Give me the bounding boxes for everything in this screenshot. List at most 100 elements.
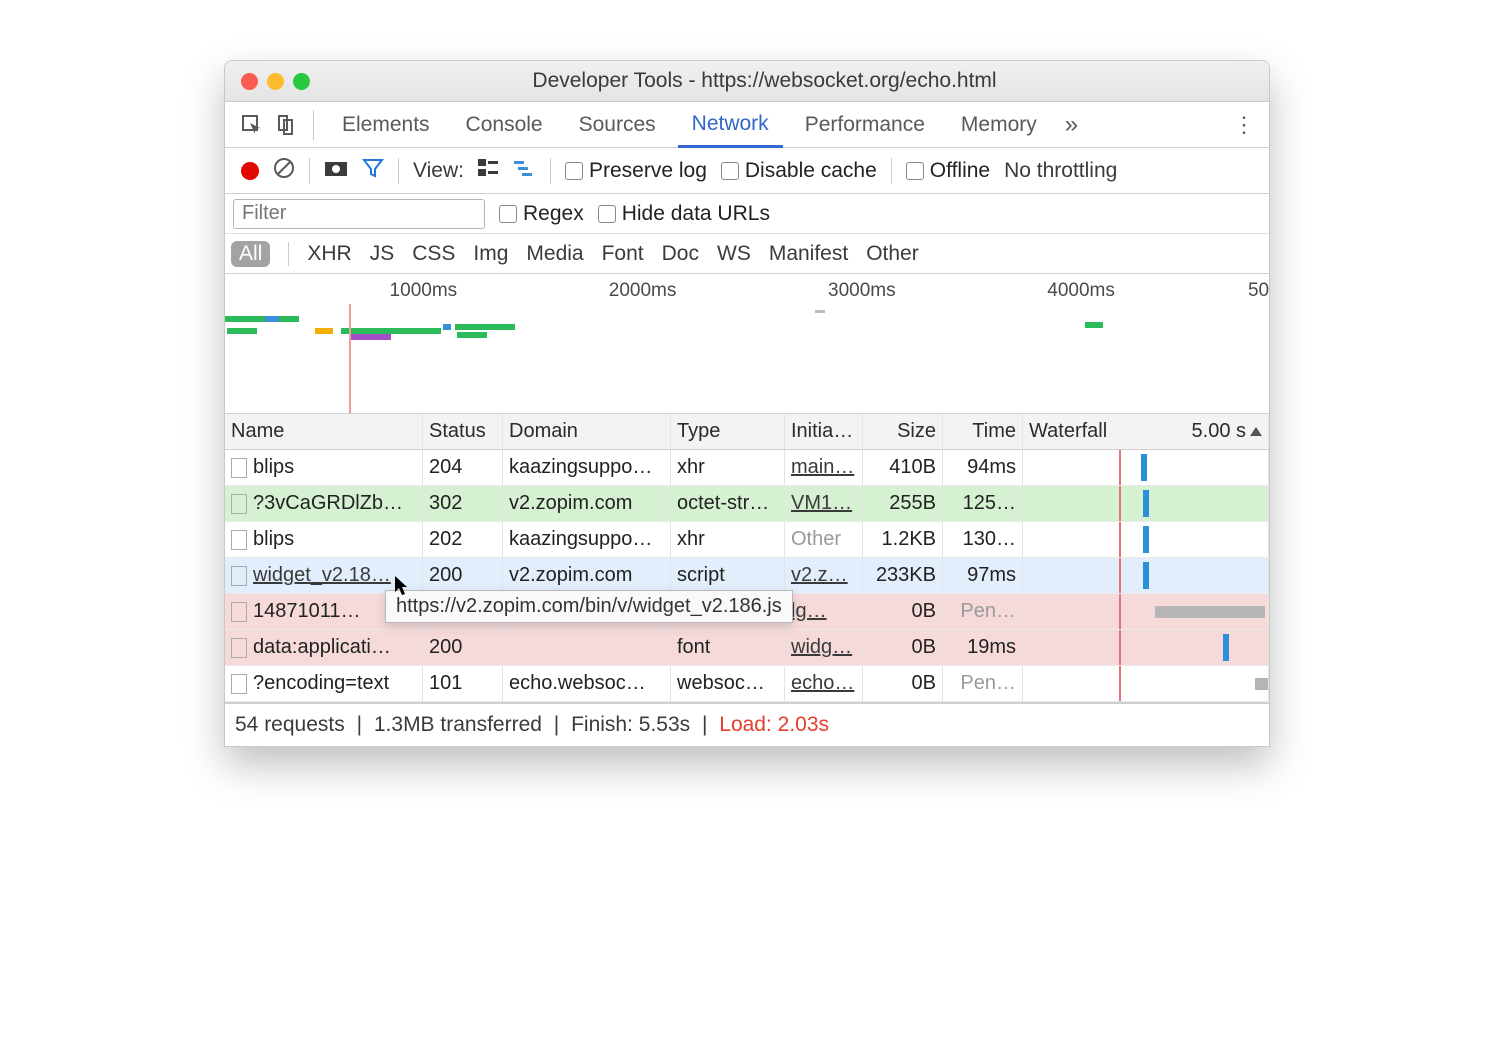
cell-status: 200: [423, 558, 503, 593]
col-status[interactable]: Status: [423, 414, 503, 449]
cell-status: 200: [423, 630, 503, 665]
titlebar: Developer Tools - https://websocket.org/…: [225, 61, 1269, 102]
cell-name[interactable]: ?3vCaGRDlZb…: [225, 486, 423, 521]
timeline-segment: [443, 324, 451, 330]
tab-network[interactable]: Network: [678, 102, 783, 148]
disable-cache-checkbox[interactable]: Disable cache: [721, 159, 877, 183]
timeline-tick: 4000ms: [1047, 280, 1115, 302]
cell-size: 233KB: [863, 558, 943, 593]
cell-name[interactable]: data:applicati…: [225, 630, 423, 665]
filter-type-js[interactable]: JS: [370, 242, 395, 266]
filter-type-xhr[interactable]: XHR: [307, 242, 351, 266]
timeline-segment: [351, 334, 391, 340]
tab-console[interactable]: Console: [452, 102, 557, 148]
clear-icon[interactable]: [273, 157, 295, 185]
waterfall-view-icon[interactable]: [514, 159, 536, 183]
tab-elements[interactable]: Elements: [328, 102, 444, 148]
filter-type-all[interactable]: All: [231, 241, 270, 267]
close-icon[interactable]: [241, 73, 258, 90]
table-row[interactable]: data:applicati…200fontwidg…0B19ms: [225, 630, 1269, 666]
preserve-log-label: Preserve log: [589, 159, 707, 183]
tab-performance[interactable]: Performance: [791, 102, 939, 148]
col-time[interactable]: Time: [943, 414, 1023, 449]
filter-type-media[interactable]: Media: [526, 242, 583, 266]
filter-bar: Regex Hide data URLs: [225, 194, 1269, 234]
waterfall-pending-bar: [1255, 678, 1269, 690]
row-name-text: data:applicati…: [253, 636, 391, 659]
offline-checkbox[interactable]: Offline: [906, 159, 990, 183]
separator: [398, 158, 399, 184]
waterfall-pending-bar: [1155, 606, 1265, 618]
regex-checkbox[interactable]: Regex: [499, 202, 584, 226]
filter-input[interactable]: [233, 199, 485, 229]
filter-icon[interactable]: [362, 157, 384, 185]
cell-waterfall: [1023, 558, 1269, 593]
table-row[interactable]: ?encoding=text101echo.websoc…websoc…echo…: [225, 666, 1269, 702]
cell-initiator[interactable]: echo…: [785, 666, 863, 701]
filter-type-font[interactable]: Font: [602, 242, 644, 266]
cell-time: 130…: [943, 522, 1023, 557]
cell-waterfall: [1023, 594, 1269, 629]
timeline-segment: [227, 328, 257, 334]
filter-type-manifest[interactable]: Manifest: [769, 242, 848, 266]
separator: |: [351, 713, 368, 737]
record-icon[interactable]: [241, 162, 259, 180]
network-table-body: blips204kaazingsuppo…xhrmain…410B94ms?3v…: [225, 450, 1269, 702]
col-name[interactable]: Name: [225, 414, 423, 449]
col-waterfall[interactable]: Waterfall 5.00 s: [1023, 414, 1269, 449]
cell-type: font: [671, 630, 785, 665]
filter-type-doc[interactable]: Doc: [662, 242, 699, 266]
timeline-tick: 50: [1248, 280, 1269, 302]
table-row[interactable]: blips204kaazingsuppo…xhrmain…410B94ms: [225, 450, 1269, 486]
capture-screenshots-icon[interactable]: [324, 159, 348, 183]
hide-data-urls-checkbox[interactable]: Hide data URLs: [598, 202, 770, 226]
large-rows-icon[interactable]: [478, 159, 500, 183]
timeline-segment: [225, 316, 265, 322]
devtools-window: Developer Tools - https://websocket.org/…: [224, 60, 1270, 747]
cell-initiator[interactable]: lg…: [785, 594, 863, 629]
waterfall-bar: [1141, 454, 1147, 481]
table-row[interactable]: ?3vCaGRDlZb…302v2.zopim.comoctet-str…VM1…: [225, 486, 1269, 522]
cell-name[interactable]: blips: [225, 522, 423, 557]
timeline-overview[interactable]: 1000ms 2000ms 3000ms 4000ms 50: [225, 274, 1269, 414]
tab-memory[interactable]: Memory: [947, 102, 1051, 148]
device-toolbar-icon[interactable]: [273, 114, 299, 136]
col-size[interactable]: Size: [863, 414, 943, 449]
cell-name[interactable]: ?encoding=text: [225, 666, 423, 701]
main-tabbar: Elements Console Sources Network Perform…: [225, 102, 1269, 148]
separator: [313, 110, 314, 140]
cell-name[interactable]: widget_v2.18…: [225, 558, 423, 593]
preserve-log-checkbox[interactable]: Preserve log: [565, 159, 707, 183]
filter-type-css[interactable]: CSS: [412, 242, 455, 266]
cell-waterfall: [1023, 522, 1269, 557]
waterfall-end-label: 5.00 s: [1192, 420, 1246, 443]
network-table-header: Name Status Domain Type Initia… Size Tim…: [225, 414, 1269, 450]
cell-type: xhr: [671, 450, 785, 485]
status-transferred: 1.3MB transferred: [374, 713, 542, 737]
cell-initiator[interactable]: widg…: [785, 630, 863, 665]
table-row[interactable]: blips202kaazingsuppo…xhrOther1.2KB130…: [225, 522, 1269, 558]
cell-domain: kaazingsuppo…: [503, 522, 671, 557]
table-row[interactable]: widget_v2.18…200v2.zopim.comscriptv2.z…2…: [225, 558, 1269, 594]
col-domain[interactable]: Domain: [503, 414, 671, 449]
overflow-tabs-icon[interactable]: »: [1059, 111, 1084, 139]
more-menu-icon[interactable]: ⋮: [1233, 112, 1255, 138]
filter-type-img[interactable]: Img: [473, 242, 508, 266]
load-marker-line: [1119, 630, 1121, 665]
cell-initiator[interactable]: v2.z…: [785, 558, 863, 593]
throttling-select[interactable]: No throttling: [1004, 159, 1117, 183]
cell-size: 0B: [863, 594, 943, 629]
cell-type: octet-str…: [671, 486, 785, 521]
cell-initiator[interactable]: main…: [785, 450, 863, 485]
cell-initiator[interactable]: VM1…: [785, 486, 863, 521]
filter-type-ws[interactable]: WS: [717, 242, 751, 266]
inspect-icon[interactable]: [239, 114, 265, 136]
col-waterfall-label: Waterfall: [1029, 420, 1107, 443]
timeline-segment: [315, 328, 333, 334]
status-requests: 54 requests: [235, 713, 345, 737]
col-initiator[interactable]: Initia…: [785, 414, 863, 449]
filter-type-other[interactable]: Other: [866, 242, 919, 266]
cell-name[interactable]: blips: [225, 450, 423, 485]
col-type[interactable]: Type: [671, 414, 785, 449]
tab-sources[interactable]: Sources: [565, 102, 670, 148]
